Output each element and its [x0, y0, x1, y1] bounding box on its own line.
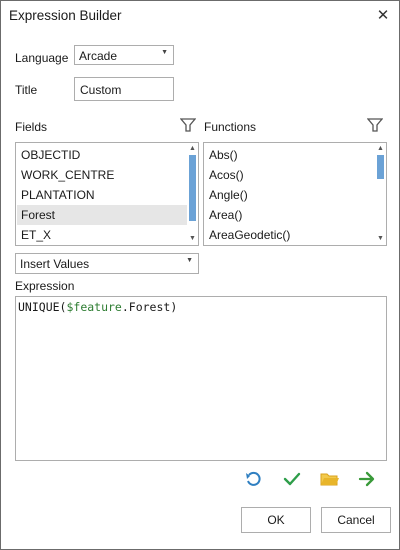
functions-label: Functions — [204, 120, 257, 134]
scroll-down-icon[interactable]: ▼ — [375, 234, 386, 244]
checkmark-icon[interactable] — [282, 469, 302, 489]
filter-icon[interactable] — [367, 117, 383, 133]
list-item[interactable]: Forest — [17, 205, 187, 225]
list-item[interactable]: Area() — [205, 205, 375, 225]
list-item[interactable]: Acos() — [205, 165, 375, 185]
list-item[interactable]: Angle() — [205, 185, 375, 205]
scroll-up-icon[interactable]: ▲ — [375, 144, 386, 154]
cancel-button[interactable]: Cancel — [321, 507, 391, 533]
chevron-down-icon: ▼ — [186, 257, 193, 264]
scroll-thumb[interactable] — [189, 155, 196, 221]
filter-icon[interactable] — [180, 117, 196, 133]
insert-values-value: Insert Values — [20, 257, 90, 271]
functions-list[interactable]: Abs() Acos() Angle() Area() AreaGeodetic… — [203, 142, 387, 246]
list-item[interactable]: ET_X — [17, 225, 187, 245]
dialog-title: Expression Builder — [9, 8, 122, 23]
folder-icon[interactable] — [319, 469, 339, 489]
fields-label: Fields — [15, 120, 48, 134]
title-label: Title — [15, 83, 38, 97]
title-input[interactable]: Custom — [74, 77, 174, 101]
expression-variable: $feature — [66, 300, 122, 314]
ok-button[interactable]: OK — [241, 507, 311, 533]
scroll-up-icon[interactable]: ▲ — [187, 144, 198, 154]
list-item[interactable]: WORK_CENTRE — [17, 165, 187, 185]
scroll-down-icon[interactable]: ▼ — [187, 234, 198, 244]
fields-list[interactable]: OBJECTID WORK_CENTRE PLANTATION Forest E… — [15, 142, 199, 246]
list-item[interactable]: OBJECTID — [17, 145, 187, 165]
scrollbar[interactable]: ▲ ▼ — [187, 143, 198, 245]
scroll-thumb[interactable] — [377, 155, 384, 179]
close-icon[interactable]: ✕ — [373, 6, 393, 26]
arrow-right-icon[interactable] — [357, 469, 377, 489]
list-item[interactable]: AreaGeodetic() — [205, 225, 375, 245]
expression-rest: .Forest) — [121, 300, 178, 314]
language-value: Arcade — [79, 49, 118, 63]
expression-editor[interactable]: UNIQUE($feature.Forest) — [15, 296, 387, 461]
language-select[interactable]: Arcade ▼ — [74, 45, 174, 65]
expression-text: UNIQUE($feature.Forest) — [18, 300, 177, 314]
title-value: Custom — [80, 83, 122, 97]
undo-icon[interactable] — [244, 469, 264, 489]
language-label: Language — [15, 51, 69, 65]
expression-label: Expression — [15, 279, 75, 293]
expression-builder-dialog: Expression Builder ✕ Language Arcade ▼ T… — [0, 0, 400, 550]
expression-function: UNIQUE( — [18, 300, 67, 314]
list-item[interactable]: Abs() — [205, 145, 375, 165]
list-item[interactable]: PLANTATION — [17, 185, 187, 205]
chevron-down-icon: ▼ — [161, 49, 168, 56]
title-bar: Expression Builder ✕ — [1, 1, 399, 31]
insert-values-select[interactable]: Insert Values ▼ — [15, 253, 199, 274]
scrollbar[interactable]: ▲ ▼ — [375, 143, 386, 245]
